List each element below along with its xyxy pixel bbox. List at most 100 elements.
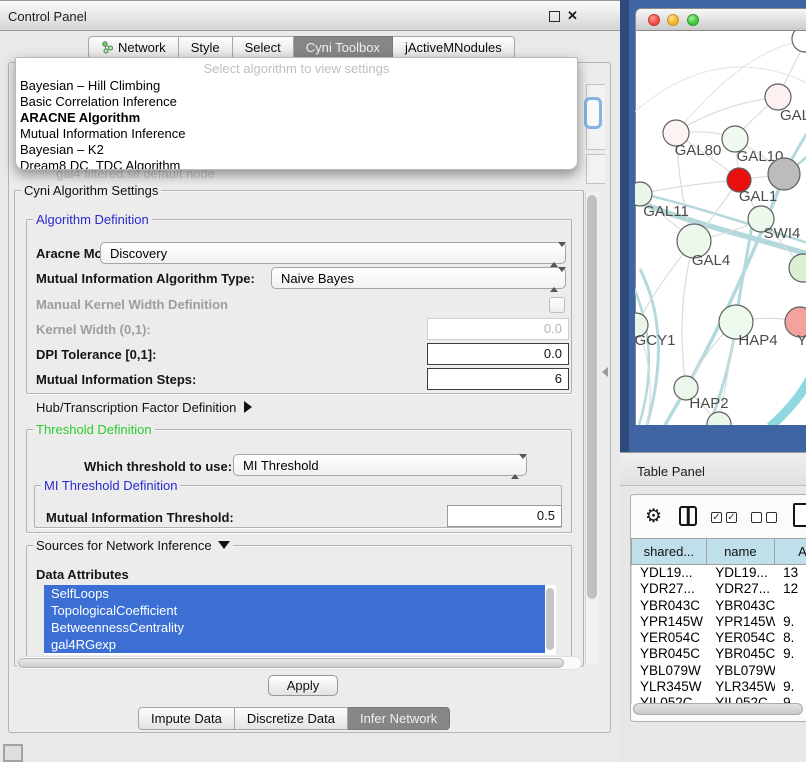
tab-select[interactable]: Select xyxy=(233,36,294,59)
table-column-header[interactable]: A xyxy=(775,538,806,565)
page-icon[interactable] xyxy=(793,503,806,527)
attributes-scrollbar-thumb[interactable] xyxy=(546,588,554,650)
algorithm-option[interactable]: Bayesian – Hill Climbing xyxy=(16,78,577,94)
mi-steps-field[interactable]: 6 xyxy=(427,368,569,390)
tab-network[interactable]: Network xyxy=(88,36,179,59)
manual-kernel-width-checkbox[interactable] xyxy=(549,297,565,313)
tab-label: Network xyxy=(118,37,166,58)
table-cell: YBR045C xyxy=(632,646,707,662)
mi-algorithm-type-value: Naive Bayes xyxy=(281,271,354,286)
table-cell: 9. xyxy=(775,646,806,662)
sources-title[interactable]: Sources for Network Inference xyxy=(33,538,233,553)
tab-infer-network[interactable]: Infer Network xyxy=(348,707,450,730)
algorithm-option[interactable]: Bayesian – K2 xyxy=(16,142,577,158)
algorithm-option[interactable]: ARACNE Algorithm xyxy=(16,110,577,126)
cyni-algorithm-settings-title: Cyni Algorithm Settings xyxy=(21,183,161,198)
network-node-label: GAL1 xyxy=(739,188,777,205)
table-row[interactable]: YDL19...YDL19...13 xyxy=(632,565,806,581)
table-cell: YPR145W xyxy=(632,614,707,630)
settings-scrollbar-thumb[interactable] xyxy=(587,195,597,599)
tab-label: Impute Data xyxy=(151,708,222,729)
minimize-window-icon[interactable] xyxy=(667,14,679,26)
algorithm-option[interactable]: Mutual Information Inference xyxy=(16,126,577,142)
unchecked-checkbox-icon[interactable] xyxy=(766,512,777,523)
mi-threshold-label: Mutual Information Threshold: xyxy=(46,510,234,525)
mi-steps-label: Mutual Information Steps: xyxy=(36,372,196,387)
bottom-corner-widget-fragment xyxy=(3,744,23,762)
table-row[interactable]: YBL079WYBL079W xyxy=(632,663,806,679)
network-node-label: HAP4 xyxy=(738,332,777,349)
table-cell: YPR145W xyxy=(707,614,775,630)
table-cell: 8. xyxy=(775,630,806,646)
network-edge[interactable] xyxy=(679,97,778,130)
table-row[interactable]: YPR145WYPR145W9. xyxy=(632,614,806,630)
table-row[interactable]: YDR27...YDR27...12 xyxy=(632,581,806,597)
obscured-groupbox-fragment-2 xyxy=(586,154,605,184)
network-frame-edge xyxy=(620,0,629,452)
apply-button[interactable]: Apply xyxy=(268,675,338,696)
close-panel-icon[interactable]: ✕ xyxy=(567,8,578,24)
tab-label: Style xyxy=(191,37,220,58)
table-column-header[interactable]: name xyxy=(707,538,775,565)
attribute-item[interactable]: TopologicalCoefficient xyxy=(44,602,545,619)
table-cell: YLR345W xyxy=(707,679,775,695)
close-window-icon[interactable] xyxy=(648,14,660,26)
table-cell: YBL079W xyxy=(707,663,775,679)
spinner-arrows-icon xyxy=(550,247,558,262)
dpi-tolerance-field[interactable]: 0.0 xyxy=(427,343,569,365)
checked-checkbox-icon[interactable]: ✓ xyxy=(726,512,737,523)
attribute-item[interactable]: gal4RGexp xyxy=(44,636,545,653)
table-row[interactable]: YBR045CYBR045C9. xyxy=(632,646,806,662)
table-hscrollbar-thumb[interactable] xyxy=(633,703,803,715)
hub-definition-toggle[interactable]: Hub/Transcription Factor Definition xyxy=(36,400,252,415)
network-node[interactable] xyxy=(789,254,806,282)
mi-threshold-field[interactable]: 0.5 xyxy=(447,505,562,527)
table-cell: 9. xyxy=(775,679,806,695)
network-graph[interactable]: GALGAL80GAL10GAL1GAL11SWI4GAL4GCY1HAP4YH… xyxy=(635,31,806,425)
tab-jactivemnodules[interactable]: jActiveMNodules xyxy=(393,36,515,59)
gear-icon[interactable]: ⚙ xyxy=(645,505,662,528)
table-row[interactable]: YBR043CYBR043C xyxy=(632,598,806,614)
network-node[interactable] xyxy=(768,158,800,190)
network-icon xyxy=(101,41,114,54)
algorithm-dropdown-list[interactable]: Select algorithm to view settings Bayesi… xyxy=(15,57,578,170)
tab-style[interactable]: Style xyxy=(179,36,233,59)
table-cell: YBR043C xyxy=(707,598,775,614)
float-window-icon[interactable] xyxy=(549,11,560,22)
table-cell: 12 xyxy=(775,581,806,597)
columns-icon[interactable] xyxy=(679,506,697,526)
screen: { "control_panel": { "title": "Control P… xyxy=(0,0,806,762)
obscured-focused-button-fragment xyxy=(584,97,602,129)
unchecked-checkbox-icon[interactable] xyxy=(751,512,762,523)
tab-discretize-data[interactable]: Discretize Data xyxy=(235,707,348,730)
table-cell: YDL19... xyxy=(707,565,775,581)
tab-cyni-toolbox[interactable]: Cyni Toolbox xyxy=(294,36,393,59)
dpi-tolerance-label: DPI Tolerance [0,1]: xyxy=(36,347,156,362)
which-threshold-select[interactable]: MI Threshold xyxy=(233,454,527,476)
attribute-item[interactable]: BetweennessCentrality xyxy=(44,619,545,636)
data-attributes-list[interactable]: SelfLoopsTopologicalCoefficientBetweenne… xyxy=(44,585,556,655)
mi-threshold-definition-title: MI Threshold Definition xyxy=(41,478,180,493)
control-panel-tabs: Network Style SelectCyni Toolbox jActiveMNo… xyxy=(88,36,515,59)
table-column-header[interactable]: shared... xyxy=(631,538,707,565)
splitter-collapse-icon[interactable] xyxy=(602,367,608,377)
table-header-row: shared...nameA xyxy=(631,538,806,565)
table-cell: 9. xyxy=(775,614,806,630)
network-edge[interactable] xyxy=(635,283,649,425)
aracne-mode-select[interactable]: Discovery xyxy=(100,242,566,264)
attribute-item[interactable]: SelfLoops xyxy=(44,585,545,602)
network-edge[interactable] xyxy=(770,373,806,425)
checked-checkbox-icon[interactable]: ✓ xyxy=(711,512,722,523)
network-node[interactable] xyxy=(792,31,806,52)
network-window-titlebar[interactable] xyxy=(635,8,806,31)
zoom-window-icon[interactable] xyxy=(687,14,699,26)
settings-hscrollbar-thumb[interactable] xyxy=(18,658,564,668)
network-edge[interactable] xyxy=(643,180,739,193)
algorithm-option[interactable]: Basic Correlation Inference xyxy=(16,94,577,110)
tab-label: jActiveMNodules xyxy=(405,37,502,58)
tab-impute-data[interactable]: Impute Data xyxy=(138,707,235,730)
algorithm-option[interactable]: Dream8 DC_TDC Algorithm xyxy=(16,158,577,170)
mi-algorithm-type-select[interactable]: Naive Bayes xyxy=(271,267,566,289)
table-row[interactable]: YER054CYER054C8. xyxy=(632,630,806,646)
table-row[interactable]: YLR345WYLR345W9. xyxy=(632,679,806,695)
